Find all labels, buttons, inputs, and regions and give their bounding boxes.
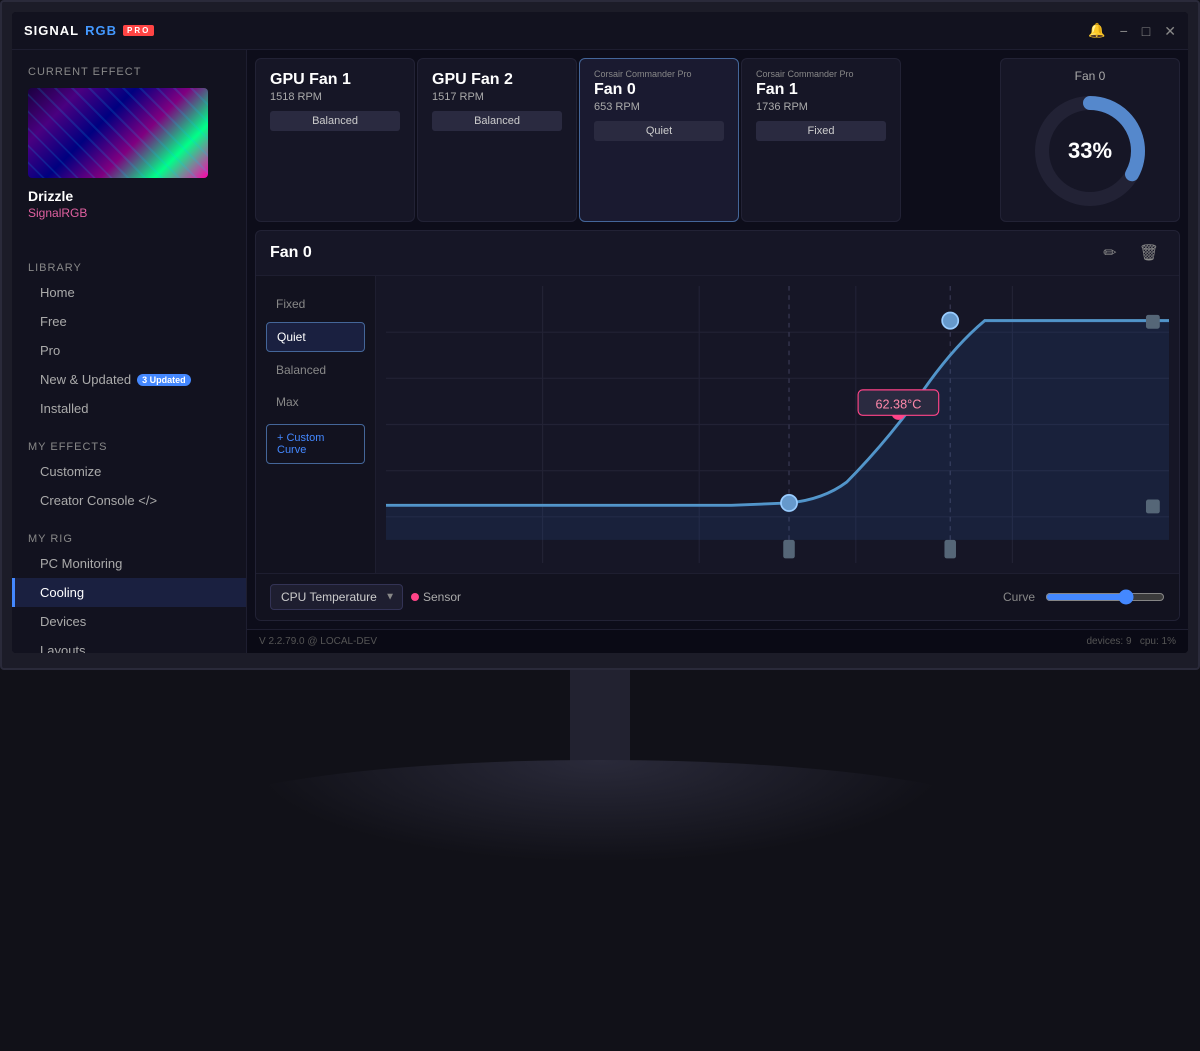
fan-card-gpu1[interactable]: GPU Fan 1 1518 RPM Balanced: [255, 58, 415, 222]
title-rgb: RGB: [85, 23, 117, 38]
effect-name: Drizzle: [28, 188, 230, 204]
curve-chart-svg: 62.38°C: [386, 286, 1169, 563]
monitor-stand-neck: [570, 670, 630, 770]
sensor-label: Sensor: [411, 590, 461, 604]
sidebar-item-customize[interactable]: Customize: [12, 457, 246, 486]
curve-fill: [386, 321, 1169, 540]
sensor-dropdown[interactable]: CPU Temperature: [270, 584, 403, 610]
main-layout: Current Effect Drizzle SignalRGB Library…: [12, 50, 1188, 653]
mode-fixed-button[interactable]: Fixed: [266, 290, 365, 318]
sidebar-item-cooling[interactable]: Cooling: [12, 578, 246, 607]
fan0-percent: 33%: [1030, 91, 1150, 211]
cpu-status: cpu: 1%: [1140, 636, 1176, 647]
my-effects-label: My Effects: [12, 431, 246, 457]
fan-cards-row: GPU Fan 1 1518 RPM Balanced GPU Fan 2 15…: [247, 50, 1188, 226]
current-effect-section: Current Effect Drizzle SignalRGB: [12, 50, 246, 236]
control-point-1[interactable]: [781, 495, 797, 511]
fan-card-fan0-name: Fan 0: [594, 81, 724, 99]
control-point-2[interactable]: [942, 313, 958, 329]
fan-card-fan1-rpm: 1736 RPM: [756, 101, 886, 113]
sidebar-item-creator-console[interactable]: Creator Console </>: [12, 486, 246, 515]
title-bar: SIGNAL RGB PRO 🔔 − □ ✕: [12, 12, 1188, 50]
sidebar: Current Effect Drizzle SignalRGB Library…: [12, 50, 247, 653]
fan-card-gpu2-name: GPU Fan 2: [432, 71, 562, 89]
fan-card-fan0-rpm: 653 RPM: [594, 101, 724, 113]
curve-footer: CPU Temperature ▼ Sensor Curv: [256, 573, 1179, 620]
curve-panel-header: Fan 0 ✏ 🗑: [256, 231, 1179, 276]
chart-area: 62.38°C: [376, 276, 1179, 573]
curve-slider[interactable]: [1045, 589, 1165, 605]
sidebar-item-pro[interactable]: Pro: [12, 336, 246, 365]
fan-card-fan1-name: Fan 1: [756, 81, 886, 99]
slider-handle-2[interactable]: [944, 540, 956, 558]
app-window: SIGNAL RGB PRO 🔔 − □ ✕ Current Effect: [12, 12, 1188, 653]
sidebar-item-layouts[interactable]: Layouts: [12, 636, 246, 653]
fan-card-fan1-mode: Fixed: [756, 121, 886, 141]
my-rig-label: My Rig: [12, 523, 246, 549]
devices-count: devices: 9: [1086, 636, 1131, 647]
mode-max-button[interactable]: Max: [266, 388, 365, 416]
monitor-bezel: SIGNAL RGB PRO 🔔 − □ ✕ Current Effect: [0, 0, 1200, 670]
fan-card-fan0-provider: Corsair Commander Pro: [594, 69, 724, 79]
slider-handle-1[interactable]: [783, 540, 795, 558]
curve-label: Curve: [1003, 590, 1035, 604]
status-right: devices: 9 cpu: 1%: [1086, 636, 1176, 647]
main-content: GPU Fan 1 1518 RPM Balanced GPU Fan 2 15…: [247, 50, 1188, 653]
curve-panel-actions: ✏ 🗑: [1097, 241, 1165, 265]
app-logo: SIGNAL RGB PRO: [24, 23, 154, 38]
fan-card-gpu1-name: GPU Fan 1: [270, 71, 400, 89]
mode-buttons: Fixed Quiet Balanced Max + Custom Curve: [256, 276, 376, 573]
maximize-button[interactable]: □: [1142, 24, 1150, 38]
title-bar-controls: 🔔 − □ ✕: [1088, 22, 1176, 39]
curve-control: Curve: [1003, 589, 1165, 605]
fan-card-gpu1-mode: Balanced: [270, 111, 400, 131]
sidebar-item-pc-monitoring[interactable]: PC Monitoring: [12, 549, 246, 578]
status-bar: V 2.2.79.0 @ LOCAL-DEV devices: 9 cpu: 1…: [247, 629, 1188, 653]
fan-card-gpu1-rpm: 1518 RPM: [270, 91, 400, 103]
mode-balanced-button[interactable]: Balanced: [266, 356, 365, 384]
fan-card-fan0[interactable]: Corsair Commander Pro Fan 0 653 RPM Quie…: [579, 58, 739, 222]
delete-curve-button[interactable]: 🗑: [1133, 241, 1165, 265]
curve-panel-title: Fan 0: [270, 244, 312, 262]
fan-card-fan1-provider: Corsair Commander Pro: [756, 69, 886, 79]
new-updated-badge: 3 Updated: [137, 374, 191, 386]
sidebar-item-new-updated[interactable]: New & Updated 3 Updated: [12, 365, 246, 394]
fan0-donut-chart: 33%: [1030, 91, 1150, 211]
fan-card-gpu2-rpm: 1517 RPM: [432, 91, 562, 103]
status-version: V 2.2.79.0 @ LOCAL-DEV: [259, 636, 377, 647]
fan-card-gpu2-mode: Balanced: [432, 111, 562, 131]
monitor-stand-base: [190, 760, 1010, 880]
curve-panel-body: Fixed Quiet Balanced Max + Custom Curve: [256, 276, 1179, 573]
sensor-dot: [411, 593, 419, 601]
fan-card-fan0-mode: Quiet: [594, 121, 724, 141]
minimize-button[interactable]: −: [1120, 24, 1128, 38]
close-button[interactable]: ✕: [1164, 24, 1176, 38]
fan0-donut-display: Fan 0 33%: [1000, 58, 1180, 222]
vertical-slider-top[interactable]: [1146, 315, 1160, 329]
temp-label-text: 62.38°C: [875, 397, 921, 411]
fan-card-gpu2[interactable]: GPU Fan 2 1517 RPM Balanced: [417, 58, 577, 222]
edit-curve-button[interactable]: ✏: [1097, 241, 1122, 265]
custom-curve-button[interactable]: + Custom Curve: [266, 424, 365, 464]
effect-author: SignalRGB: [28, 206, 230, 220]
title-signal: SIGNAL: [24, 23, 79, 38]
library-label: Library: [12, 252, 246, 278]
curve-panel: Fan 0 ✏ 🗑 Fixed Quiet Balanced: [255, 230, 1180, 621]
pro-badge: PRO: [123, 25, 154, 36]
vertical-slider-bottom[interactable]: [1146, 500, 1160, 514]
fan0-display-title: Fan 0: [1075, 69, 1106, 83]
fan-card-fan1[interactable]: Corsair Commander Pro Fan 1 1736 RPM Fix…: [741, 58, 901, 222]
sidebar-item-devices[interactable]: Devices: [12, 607, 246, 636]
sidebar-item-home[interactable]: Home: [12, 278, 246, 307]
notification-icon[interactable]: 🔔: [1088, 22, 1105, 39]
current-effect-label: Current Effect: [28, 66, 230, 78]
sensor-section: CPU Temperature ▼ Sensor: [270, 584, 461, 610]
sidebar-item-free[interactable]: Free: [12, 307, 246, 336]
mode-quiet-button[interactable]: Quiet: [266, 322, 365, 352]
monitor-area: SIGNAL RGB PRO 🔔 − □ ✕ Current Effect: [0, 0, 1200, 1051]
sidebar-item-installed[interactable]: Installed: [12, 394, 246, 423]
effect-thumbnail[interactable]: [28, 88, 208, 178]
